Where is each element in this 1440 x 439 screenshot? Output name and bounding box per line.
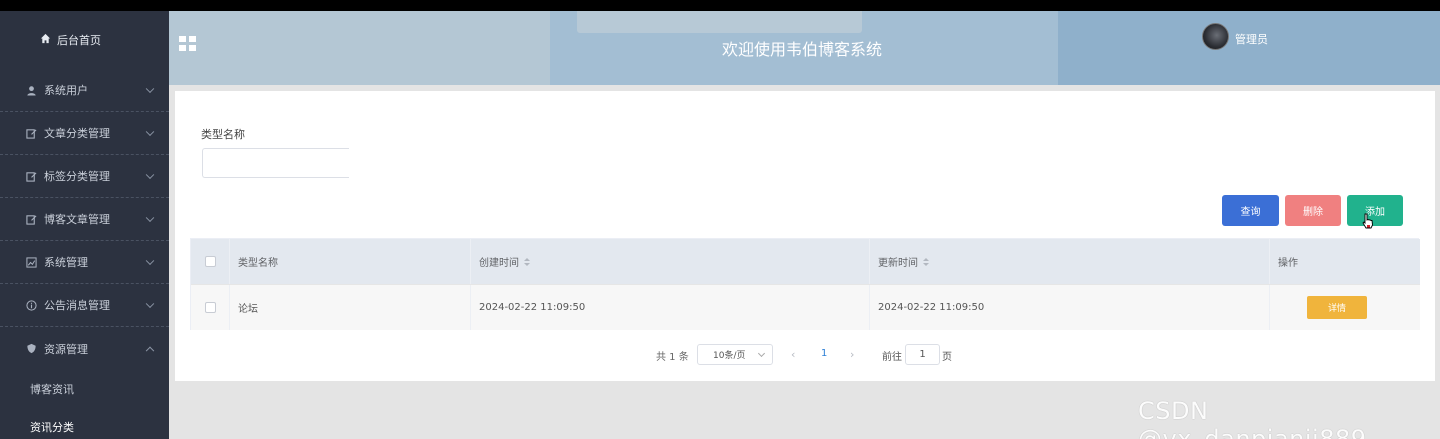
page-size-select[interactable]: 10条/页: [697, 344, 773, 365]
table-header: 类型名称 创建时间 更新时间 操作: [191, 239, 1420, 284]
info-icon: [25, 299, 37, 311]
sidebar-subitem-blog-news[interactable]: 博客资讯: [0, 370, 169, 408]
column-header-updated[interactable]: 更新时间: [869, 239, 1269, 284]
sidebar-home[interactable]: 后台首页: [0, 11, 169, 69]
main-panel: 类型名称 查询 删除 添加 类型名称 创建时间 更新时间 操作 论坛 2024-…: [175, 91, 1435, 381]
header-ghost-overlay: [577, 11, 862, 33]
table-row: 论坛 2024-02-22 11:09:50 2024-02-22 11:09:…: [191, 284, 1420, 330]
cell-type-name: 论坛: [229, 285, 470, 330]
edit-icon: [25, 170, 37, 182]
type-name-input[interactable]: [202, 148, 349, 178]
row-checkbox[interactable]: [204, 302, 216, 313]
sort-icon[interactable]: [923, 257, 929, 266]
next-page-button[interactable]: ›: [850, 348, 854, 361]
sidebar-item-system-management[interactable]: 系统管理: [0, 241, 169, 284]
sidebar-item-system-users[interactable]: 系统用户: [0, 69, 169, 112]
header-title: 欢迎使用韦伯博客系统: [722, 40, 883, 59]
prev-page-button[interactable]: ‹: [791, 348, 795, 361]
sidebar-subitem-label: 资讯分类: [30, 421, 74, 434]
pagination: 共 1 条 10条/页 ‹ 1 › 前往 1 页: [175, 343, 1435, 365]
delete-button[interactable]: 删除: [1285, 195, 1341, 226]
chevron-down-icon: [145, 127, 155, 137]
shield-icon: [25, 343, 37, 355]
sidebar-subitem-news-categories[interactable]: 资讯分类: [0, 408, 169, 439]
sidebar-item-label: 系统用户: [44, 84, 88, 97]
sidebar-item-tag-categories[interactable]: 标签分类管理: [0, 155, 169, 198]
cell-created: 2024-02-22 11:09:50: [470, 285, 869, 330]
goto-label: 前往: [882, 352, 902, 363]
top-black-strip: [0, 0, 1440, 11]
search-label: 类型名称: [201, 128, 245, 141]
sidebar-item-label: 文章分类管理: [44, 127, 110, 140]
sidebar-item-label: 资源管理: [44, 342, 88, 356]
sidebar-home-label: 后台首页: [57, 34, 101, 47]
sidebar-item-blog-articles[interactable]: 博客文章管理: [0, 198, 169, 241]
chevron-down-icon: [757, 349, 766, 358]
sidebar-item-label: 标签分类管理: [44, 170, 110, 183]
chart-icon: [25, 256, 37, 268]
sidebar: 后台首页 系统用户 文章分类管理 标签分类管理 博客文章管理 系统管理 公告消息…: [0, 11, 169, 439]
sidebar-item-article-categories[interactable]: 文章分类管理: [0, 112, 169, 155]
header: 欢迎使用韦伯博客系统 管理员: [169, 11, 1440, 85]
column-header-actions: 操作: [1269, 239, 1420, 284]
chevron-up-icon: [145, 346, 155, 355]
chevron-down-icon: [145, 213, 155, 223]
detail-button[interactable]: 详情: [1307, 296, 1367, 319]
chevron-down-icon: [145, 170, 155, 180]
chevron-down-icon: [145, 84, 155, 94]
user-icon: [25, 84, 37, 96]
add-button[interactable]: 添加: [1347, 195, 1403, 226]
chevron-down-icon: [145, 299, 155, 309]
admin-name[interactable]: 管理员: [1235, 31, 1268, 47]
menu-toggle-grid-icon[interactable]: [179, 36, 196, 51]
sidebar-item-announcements[interactable]: 公告消息管理: [0, 284, 169, 327]
cell-updated: 2024-02-22 11:09:50: [869, 285, 1269, 330]
column-header-created[interactable]: 创建时间: [470, 239, 869, 284]
watermark-text: CSDN @vx_danpianji889: [1138, 397, 1367, 439]
hand-cursor-icon: [1362, 213, 1373, 229]
page-number-current[interactable]: 1: [821, 348, 827, 359]
sidebar-item-label: 系统管理: [44, 256, 88, 269]
sidebar-subitem-label: 博客资讯: [30, 383, 74, 396]
home-icon: [40, 33, 51, 47]
goto-page-input[interactable]: 1: [905, 344, 940, 365]
select-all-checkbox[interactable]: [204, 256, 216, 267]
edit-icon: [25, 213, 37, 225]
edit-icon: [25, 127, 37, 139]
sidebar-item-label: 博客文章管理: [44, 213, 110, 226]
sidebar-item-label: 公告消息管理: [44, 299, 110, 312]
avatar[interactable]: [1202, 23, 1229, 50]
sort-icon[interactable]: [524, 257, 530, 266]
data-table: 类型名称 创建时间 更新时间 操作 论坛 2024-02-22 11:09:50…: [190, 238, 1420, 330]
cell-actions: 详情: [1269, 285, 1420, 330]
column-header-type-name: 类型名称: [229, 239, 470, 284]
chevron-down-icon: [145, 256, 155, 266]
pagination-total: 共 1 条: [656, 352, 689, 363]
sidebar-item-resources[interactable]: 资源管理: [0, 327, 169, 370]
query-button[interactable]: 查询: [1222, 195, 1279, 226]
goto-unit-label: 页: [942, 352, 952, 363]
